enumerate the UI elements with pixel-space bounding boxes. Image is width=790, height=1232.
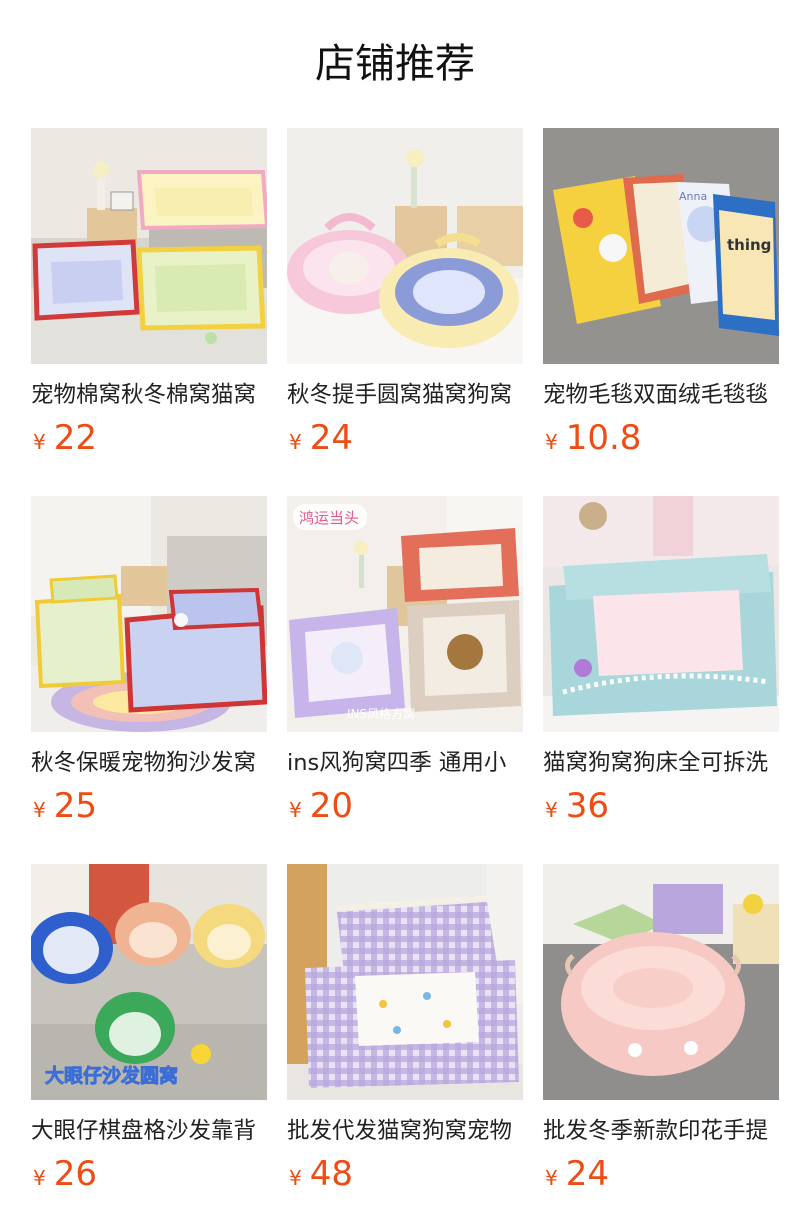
round-pink-pet-bed-icon[interactable]	[543, 864, 779, 1100]
price-row: ¥ 10.8	[543, 416, 779, 460]
product-name[interactable]: ins风狗窝四季 通用小	[287, 746, 523, 780]
product-price: 24	[309, 418, 353, 458]
pet-sofa-icon[interactable]	[31, 496, 267, 732]
gingham-pet-bed-icon[interactable]	[287, 864, 523, 1100]
product-name[interactable]: 宠物棉窝秋冬棉窝猫窝	[31, 378, 267, 412]
image-tag-top: 鸿运当头	[299, 509, 359, 527]
currency-symbol: ¥	[545, 798, 558, 822]
image-caption: 大眼仔沙发圆窝	[45, 1064, 178, 1087]
product-price: 48	[309, 1154, 353, 1194]
price-row: ¥ 22	[31, 416, 267, 460]
product-price: 10.8	[565, 418, 642, 458]
currency-symbol: ¥	[33, 430, 46, 454]
currency-symbol: ¥	[545, 1166, 558, 1190]
pet-bed-icon[interactable]: 鸿运当头 INS风格方窝	[287, 496, 523, 732]
currency-symbol: ¥	[33, 798, 46, 822]
blanket-print-text: thing	[727, 236, 771, 254]
round-pet-bed-icon[interactable]	[287, 128, 523, 364]
section-title: 店铺推荐	[315, 41, 475, 87]
product-card[interactable]: 大眼仔沙发圆窝 大眼仔棋盘格沙发靠背 ¥ 26	[31, 864, 267, 1196]
product-price: 36	[565, 786, 609, 826]
currency-symbol: ¥	[545, 430, 558, 454]
checkered-pet-sofa-icon[interactable]: 大眼仔沙发圆窝	[31, 864, 267, 1100]
price-row: ¥ 20	[287, 784, 523, 828]
product-name[interactable]: 秋冬保暖宠物狗沙发窝	[31, 746, 267, 780]
product-price: 25	[53, 786, 97, 826]
product-card[interactable]: 猫窝狗窝狗床全可拆洗 ¥ 36	[543, 496, 779, 828]
pet-bed-lace-icon[interactable]	[543, 496, 779, 732]
blanket-script-text: Anna	[679, 190, 707, 203]
product-card[interactable]: 宠物棉窝秋冬棉窝猫窝 ¥ 22	[31, 128, 267, 460]
product-card[interactable]: 批发代发猫窝狗窝宠物 ¥ 48	[287, 864, 523, 1196]
currency-symbol: ¥	[289, 430, 302, 454]
product-card[interactable]: 批发冬季新款印花手提 ¥ 24	[543, 864, 779, 1196]
product-price: 24	[565, 1154, 609, 1194]
price-row: ¥ 26	[31, 1152, 267, 1196]
pet-bed-plaid-icon[interactable]	[31, 128, 267, 364]
product-price: 22	[53, 418, 97, 458]
price-row: ¥ 25	[31, 784, 267, 828]
product-price: 20	[309, 786, 353, 826]
image-tag-bottom: INS风格方窝	[347, 706, 415, 721]
pet-blanket-icon[interactable]: Anna thing	[543, 128, 779, 364]
price-row: ¥ 24	[287, 416, 523, 460]
product-name[interactable]: 秋冬提手圆窝猫窝狗窝	[287, 378, 523, 412]
price-row: ¥ 24	[543, 1152, 779, 1196]
product-card[interactable]: 鸿运当头 INS风格方窝 ins风狗窝四季 通用小 ¥ 20	[287, 496, 523, 828]
price-row: ¥ 48	[287, 1152, 523, 1196]
product-name[interactable]: 猫窝狗窝狗床全可拆洗	[543, 746, 779, 780]
currency-symbol: ¥	[289, 798, 302, 822]
currency-symbol: ¥	[33, 1166, 46, 1190]
product-card[interactable]: Anna thing 宠物毛毯双面绒毛毯毯 ¥ 10.8	[543, 128, 779, 460]
product-name[interactable]: 批发冬季新款印花手提	[543, 1114, 779, 1148]
product-price: 26	[53, 1154, 97, 1194]
product-name[interactable]: 批发代发猫窝狗窝宠物	[287, 1114, 523, 1148]
product-card[interactable]: 秋冬保暖宠物狗沙发窝 ¥ 25	[31, 496, 267, 828]
currency-symbol: ¥	[289, 1166, 302, 1190]
price-row: ¥ 36	[543, 784, 779, 828]
product-card[interactable]: 秋冬提手圆窝猫窝狗窝 ¥ 24	[287, 128, 523, 460]
product-name[interactable]: 宠物毛毯双面绒毛毯毯	[543, 378, 779, 412]
product-name[interactable]: 大眼仔棋盘格沙发靠背	[31, 1114, 267, 1148]
